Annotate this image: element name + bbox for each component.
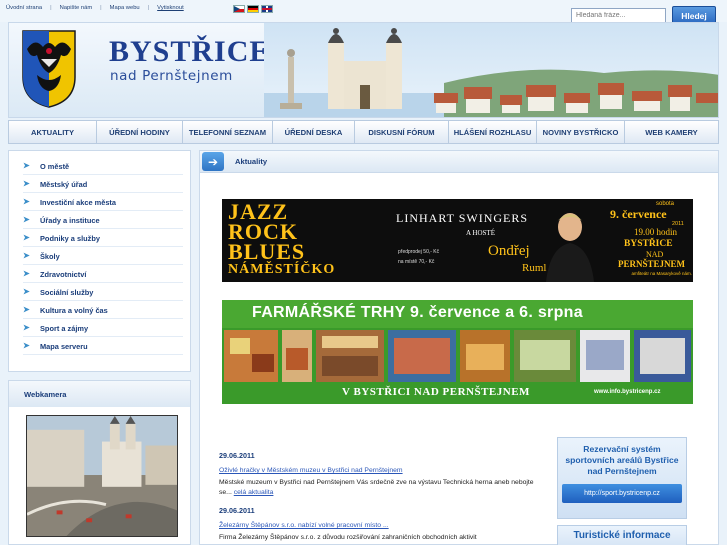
banner-date: 9. července bbox=[610, 207, 667, 221]
banner-place: NAD bbox=[646, 250, 664, 259]
nav-diskusni-forum[interactable]: DISKUSNÍ FÓRUM bbox=[355, 121, 449, 143]
arrow-icon: ➤ bbox=[23, 305, 30, 314]
banner-word: BLUES bbox=[228, 239, 306, 264]
nav-uredni-hodiny[interactable]: ÚŘEDNÍ HODINY bbox=[97, 121, 183, 143]
arrow-icon: ➤ bbox=[23, 161, 30, 170]
banner-place: PERNŠTEJNEM bbox=[618, 259, 686, 269]
language-switcher bbox=[233, 5, 273, 13]
nav-aktuality[interactable]: AKTUALITY bbox=[9, 121, 97, 143]
arrow-icon: ➤ bbox=[23, 341, 30, 350]
sidebar-item-kultura[interactable]: ➤ Kultura a volný čas bbox=[23, 302, 183, 319]
sidebar-item-mapa-serveru[interactable]: ➤ Mapa serveru bbox=[23, 338, 183, 355]
news-excerpt: Firma Železárny Štěpánov s.r.o. z důvodu… bbox=[219, 534, 477, 541]
sidebar-menu: ➤ O městě ➤ Městský úřad ➤ Investiční akce … bbox=[8, 150, 191, 372]
main-content: ➔ Aktuality JAZZ ROCK BLUES NÁMĚSTÍČKO L… bbox=[199, 150, 719, 545]
sidebar-item-socialni-sluzby[interactable]: ➤ Sociální služby bbox=[23, 284, 183, 301]
contact-link[interactable]: Napište nám bbox=[60, 5, 93, 11]
sidebar-item-skoly[interactable]: ➤ Školy bbox=[23, 248, 183, 265]
banner-word: NÁMĚSTÍČKO bbox=[228, 262, 336, 277]
news-date: 29.06.2011 bbox=[219, 451, 255, 460]
reservation-link-button[interactable]: http://sport.bystricenp.cz bbox=[562, 484, 682, 503]
banner-presale: předprodej 50,- Kč bbox=[398, 249, 440, 255]
arrow-icon: ➤ bbox=[23, 323, 30, 332]
sidebar-item-zdravotnictvi[interactable]: ➤ Zdravotnictví bbox=[23, 266, 183, 283]
utility-links: Úvodní strana | Napište nám | Mapa webu … bbox=[6, 5, 184, 11]
arrow-icon: ➤ bbox=[23, 287, 30, 296]
town-subtitle: nad Pernštejnem bbox=[110, 68, 233, 84]
english-flag-icon[interactable] bbox=[261, 5, 273, 13]
banner-atdoor: na místě 70,- Kč bbox=[398, 259, 435, 265]
arrow-icon: ➤ bbox=[23, 269, 30, 278]
news-title-link[interactable]: Oživlé hračky v Městském muzeu v Bystřic… bbox=[219, 467, 403, 474]
tourist-info-box[interactable]: Turistické informace bbox=[557, 525, 687, 545]
print-link[interactable]: Vytisknout bbox=[157, 5, 184, 11]
nav-uredni-deska[interactable]: ÚŘEDNÍ DESKA bbox=[273, 121, 355, 143]
jazz-concert-banner[interactable]: JAZZ ROCK BLUES NÁMĚSTÍČKO LINHART SWING… bbox=[222, 199, 693, 282]
arrow-right-icon: ➔ bbox=[202, 152, 224, 171]
sidebar-item-mestsky-urad[interactable]: ➤ Městský úřad bbox=[23, 176, 183, 193]
read-more-link[interactable]: celá aktualita bbox=[234, 489, 274, 496]
webcam-image[interactable] bbox=[26, 415, 178, 537]
news-date: 29.06.2011 bbox=[219, 506, 255, 515]
farm-bottom-text: V BYSTŘICI NAD PERNŠTEJNEM bbox=[342, 386, 530, 398]
banner-place: BYSTŘICE bbox=[624, 239, 673, 249]
content-title: Aktuality bbox=[235, 157, 268, 166]
german-flag-icon[interactable] bbox=[247, 5, 259, 13]
sidebar-item-o-meste[interactable]: ➤ O městě bbox=[23, 158, 183, 175]
tourist-info-title: Turistické informace bbox=[573, 530, 671, 541]
market-photos bbox=[224, 330, 691, 382]
banner-guests: A HOSTÉ bbox=[466, 229, 495, 237]
banner-time: 19.00 hodin bbox=[634, 227, 678, 237]
webcam-box: Webkamera bbox=[8, 380, 191, 545]
sitemap-link[interactable]: Mapa webu bbox=[110, 5, 140, 11]
sidebar-item-investicni-akce[interactable]: ➤ Investiční akce města bbox=[23, 194, 183, 211]
home-link[interactable]: Úvodní strana bbox=[6, 5, 42, 11]
nav-hlaseni-rozhlasu[interactable]: HLÁŠENÍ ROZHLASU bbox=[449, 121, 537, 143]
arrow-icon: ➤ bbox=[23, 197, 30, 206]
coat-of-arms-logo[interactable] bbox=[21, 29, 77, 109]
singer-photo bbox=[546, 213, 594, 282]
banner-guest-name: Ondřej bbox=[488, 243, 530, 259]
nav-noviny-bystricko[interactable]: NOVINY BYSTŘICKO bbox=[537, 121, 625, 143]
webcam-title: Webkamera bbox=[9, 381, 190, 407]
main-navigation: AKTUALITY ÚŘEDNÍ HODINY TELEFONNÍ SEZNAM… bbox=[8, 120, 719, 144]
arrow-icon: ➤ bbox=[23, 233, 30, 242]
farm-title: FARMÁŘSKÉ TRHY 9. července a 6. srpna bbox=[252, 304, 583, 321]
nav-web-kamery[interactable]: WEB KAMERY bbox=[625, 121, 718, 143]
sidebar-item-podniky[interactable]: ➤ Podniky a služby bbox=[23, 230, 183, 247]
banner-band: LINHART SWINGERS bbox=[396, 211, 529, 225]
farmers-market-banner[interactable]: FARMÁŘSKÉ TRHY 9. července a 6. srpna V … bbox=[222, 300, 693, 404]
news-excerpt: Městské muzeum v Bystřici nad Pernštejne… bbox=[219, 479, 534, 496]
search-input[interactable] bbox=[571, 8, 666, 23]
content-header: ➔ Aktuality bbox=[200, 151, 718, 173]
arrow-icon: ➤ bbox=[23, 215, 30, 224]
arrow-icon: ➤ bbox=[23, 251, 30, 260]
banner-place-note: amfiteátr na Masarykově nám. bbox=[631, 271, 692, 276]
site-header: BYSTŘICE nad Pernštejnem bbox=[8, 22, 719, 118]
reservation-system-box: Rezervační systém sportovních areálů Bys… bbox=[557, 437, 687, 519]
czech-flag-icon[interactable] bbox=[233, 5, 245, 13]
reservation-title: Rezervační systém sportovních areálů Bys… bbox=[565, 444, 679, 476]
town-panorama-image bbox=[264, 23, 718, 117]
arrow-icon: ➤ bbox=[23, 179, 30, 188]
news-title-link[interactable]: Železárny Štěpánov s.r.o. nabízí volné p… bbox=[219, 522, 389, 529]
town-name[interactable]: BYSTŘICE bbox=[109, 35, 270, 69]
sidebar-item-sport[interactable]: ➤ Sport a zájmy bbox=[23, 320, 183, 337]
nav-telefonni-seznam[interactable]: TELEFONNÍ SEZNAM bbox=[183, 121, 273, 143]
farm-url: www.info.bystricenp.cz bbox=[594, 389, 661, 395]
sidebar-item-urady[interactable]: ➤ Úřady a instituce bbox=[23, 212, 183, 229]
